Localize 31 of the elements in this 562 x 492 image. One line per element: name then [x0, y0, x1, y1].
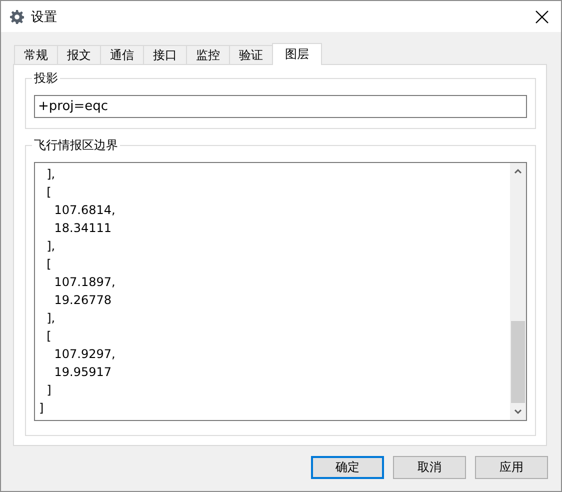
- tab[interactable]: 通信: [100, 45, 144, 64]
- text-line: 18.34111: [53, 220, 112, 237]
- text-line: [: [46, 328, 52, 345]
- scrollbar[interactable]: [510, 163, 526, 420]
- dialog-button[interactable]: 应用: [475, 456, 548, 479]
- boundary-text-area[interactable]: ], [ 107.6814, 18.34111 ], [ 107.1897, 19.26778 ], [ 107.9297, 19.95917 ] ]: [34, 162, 527, 421]
- text-line: ]: [46, 382, 52, 399]
- text-line: 19.26778: [53, 292, 112, 309]
- text-line: 19.95917: [53, 364, 112, 381]
- tab[interactable]: 报文: [57, 45, 101, 64]
- projection-input[interactable]: +proj=eqc: [34, 95, 527, 118]
- tab[interactable]: 图层: [272, 43, 322, 65]
- group-label: 投影: [32, 70, 60, 86]
- text-line: [: [46, 256, 52, 273]
- dialog-button[interactable]: 确定: [311, 456, 384, 479]
- scrollbar-thumb[interactable]: [511, 321, 525, 403]
- text-line: ],: [46, 238, 56, 255]
- text-line: ]: [39, 400, 44, 417]
- tab[interactable]: 接口: [143, 45, 187, 64]
- group-label: 飞行情报区边界: [32, 137, 120, 153]
- tab[interactable]: 常规: [14, 45, 58, 64]
- tab[interactable]: 监控: [186, 45, 230, 64]
- text-line: [: [46, 184, 52, 201]
- text-line: ],: [46, 166, 56, 183]
- text-line: 107.1897,: [53, 274, 116, 291]
- settings-icon: [10, 10, 24, 24]
- text-line: 107.9297,: [53, 346, 116, 363]
- text-line: 107.6814,: [53, 202, 116, 219]
- window-title: 设置: [31, 8, 58, 26]
- dialog-button[interactable]: 取消: [393, 456, 466, 479]
- text-line: ],: [46, 310, 56, 327]
